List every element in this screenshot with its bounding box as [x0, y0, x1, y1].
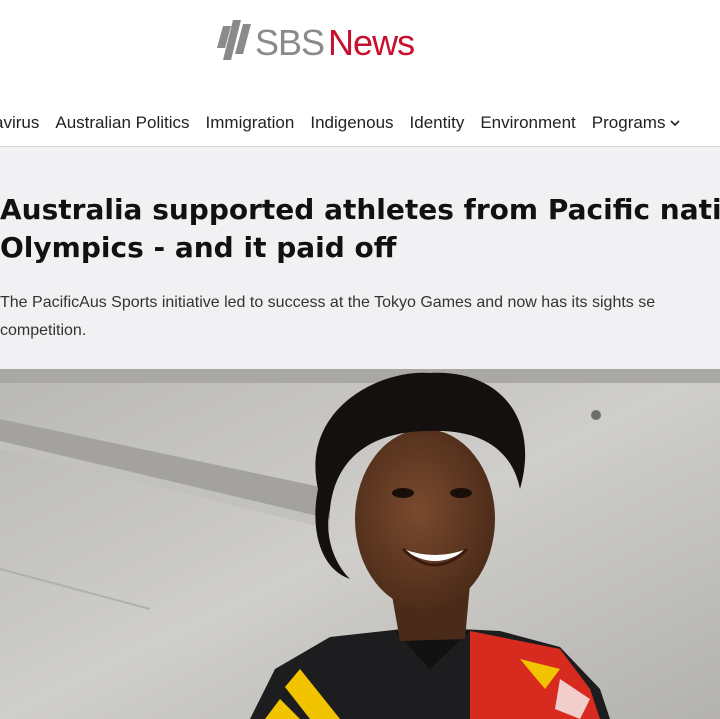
site-header: SBS News	[0, 0, 720, 100]
article-hero-photo	[0, 369, 720, 719]
nav-item-label: Australian Politics	[55, 113, 190, 132]
nav-item-label: Identity	[409, 113, 465, 132]
nav-item-label: avirus	[0, 113, 40, 132]
nav-item-label: Immigration	[205, 113, 295, 132]
standfirst-line: competition.	[0, 322, 87, 339]
athlete-portrait-image	[0, 369, 720, 719]
article-standfirst: The PacificAus Sports initiative led to …	[0, 289, 720, 345]
nav-item-indigenous[interactable]: Indigenous	[310, 113, 393, 133]
nav-item-label: Environment	[480, 113, 576, 132]
main-nav: avirus Australian Politics Immigration I…	[0, 100, 720, 147]
nav-item-immigration[interactable]: Immigration	[206, 113, 295, 133]
nav-item-coronavirus[interactable]: avirus	[0, 113, 39, 133]
nav-item-programs[interactable]: Programs	[592, 113, 681, 133]
standfirst-line: The PacificAus Sports initiative led to …	[0, 294, 656, 311]
logo-sbs-text: SBS	[255, 22, 325, 63]
logo-news-text: News	[328, 22, 415, 63]
nav-item-environment[interactable]: Environment	[480, 113, 575, 133]
nav-list: avirus Australian Politics Immigration I…	[0, 113, 696, 133]
nav-item-australian-politics[interactable]: Australian Politics	[55, 113, 189, 133]
nav-item-label: Indigenous	[310, 113, 394, 132]
nav-item-identity[interactable]: Identity	[410, 113, 465, 133]
article-hero: Australia supported athletes from Pacifi…	[0, 147, 720, 369]
article-headline: Australia supported athletes from Pacifi…	[0, 191, 720, 267]
headline-line: Australia supported athletes from Pacifi…	[0, 193, 720, 226]
nav-item-label: Programs	[591, 113, 666, 132]
chevron-down-icon	[670, 120, 681, 127]
sbs-logo-mark-icon	[217, 20, 251, 60]
headline-line: Olympics - and it paid off	[0, 231, 397, 264]
sbs-news-logo[interactable]: SBS News	[217, 18, 415, 68]
